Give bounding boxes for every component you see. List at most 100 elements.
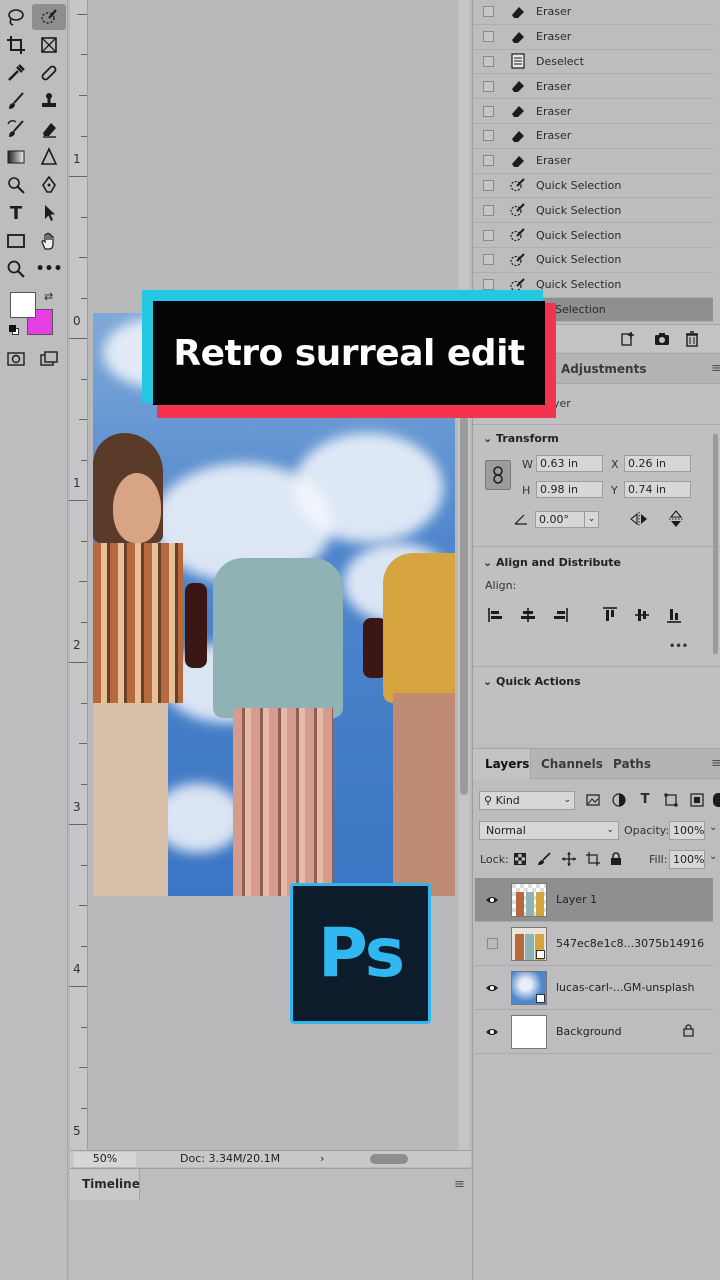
type-tool-icon[interactable]: T — [2, 200, 30, 226]
history-item[interactable]: Quick Selection — [473, 198, 713, 224]
quick-actions-section-title[interactable]: ⌄ Quick Actions — [483, 675, 581, 688]
tab-timeline[interactable]: Timeline — [70, 1169, 140, 1200]
swap-colors-icon[interactable]: ⇄ — [44, 290, 53, 303]
screen-mode-icon[interactable] — [35, 346, 63, 372]
history-item[interactable]: Eraser — [473, 0, 713, 25]
align-section-title[interactable]: ⌄ Align and Distribute — [483, 556, 621, 569]
rectangle-tool-icon[interactable] — [2, 228, 30, 254]
height-field[interactable]: 0.98 in — [536, 481, 603, 498]
scrollbar-thumb[interactable] — [460, 395, 468, 795]
filter-pixel-icon[interactable] — [585, 792, 601, 808]
foreground-color-swatch[interactable] — [10, 292, 36, 318]
history-brush-tool-icon[interactable] — [2, 116, 30, 142]
brush-tool-icon[interactable] — [2, 88, 30, 114]
history-item-label: Quick Selection — [536, 203, 622, 217]
tab-layers[interactable]: Layers — [485, 757, 529, 771]
status-menu-arrow[interactable]: › — [320, 1151, 324, 1166]
blur-tool-icon[interactable] — [35, 144, 63, 170]
search-icon: ⚲ — [484, 794, 493, 807]
filter-toggle-icon[interactable] — [713, 793, 720, 807]
history-item[interactable]: Eraser — [473, 99, 713, 124]
lock-all-icon[interactable] — [609, 851, 623, 867]
filter-type-icon[interactable]: T — [637, 791, 653, 807]
more-tools-icon[interactable]: ••• — [35, 256, 63, 282]
align-right-icon[interactable] — [551, 606, 569, 624]
panel-menu-icon[interactable]: ≡ — [711, 756, 720, 771]
filter-smart-object-icon[interactable] — [689, 792, 705, 808]
visibility-eye-icon[interactable] — [485, 893, 499, 907]
layer-filter-select[interactable]: ⚲ Kind ⌄ — [479, 791, 575, 810]
align-left-icon[interactable] — [487, 606, 505, 624]
lock-artboard-icon[interactable] — [585, 851, 601, 867]
history-item[interactable]: Eraser — [473, 124, 713, 149]
zoom-tool-icon[interactable] — [2, 256, 30, 282]
align-horizontal-center-icon[interactable] — [519, 606, 537, 624]
layer-row-background[interactable]: Background — [475, 1010, 713, 1054]
lasso-tool-icon[interactable] — [2, 4, 30, 30]
more-align-options-icon[interactable]: ••• — [669, 641, 688, 652]
hand-tool-icon[interactable] — [35, 228, 63, 254]
gradient-tool-icon[interactable] — [2, 144, 30, 170]
layer-row-layer-1[interactable]: Layer 1 — [475, 878, 713, 922]
history-item-label: Eraser — [536, 104, 572, 118]
eraser-tool-icon[interactable] — [35, 116, 63, 142]
flip-vertical-icon[interactable] — [667, 509, 685, 529]
layer-row-smart-object[interactable]: 547ec8e1c8...3075b14916 — [475, 922, 713, 966]
width-field[interactable]: 0.63 in — [536, 455, 603, 472]
history-item[interactable]: Eraser — [473, 149, 713, 174]
filter-shape-icon[interactable] — [663, 792, 679, 808]
lock-transparent-pixels-icon[interactable] — [513, 852, 527, 866]
new-document-from-state-icon[interactable] — [619, 330, 637, 348]
visibility-toggle-off[interactable] — [487, 938, 498, 949]
fill-field[interactable]: 100% — [669, 850, 705, 869]
history-item[interactable]: Quick Selection — [473, 174, 713, 199]
default-colors-icon[interactable] — [9, 325, 19, 335]
layer-row-sky-photo[interactable]: lucas-carl-...GM-unsplash — [475, 966, 713, 1010]
link-dimensions-icon[interactable] — [485, 460, 511, 490]
blend-mode-select[interactable]: Normal ⌄ — [479, 821, 619, 840]
trash-icon[interactable] — [683, 330, 701, 348]
path-selection-tool-icon[interactable] — [35, 200, 63, 226]
transform-section-title[interactable]: ⌄ Transform — [483, 432, 559, 445]
panel-menu-icon[interactable]: ≡ — [711, 361, 720, 376]
tab-paths[interactable]: Paths — [613, 757, 651, 771]
dodge-tool-icon[interactable] — [2, 172, 30, 198]
quick-mask-icon[interactable] — [2, 346, 30, 372]
tab-channels[interactable]: Channels — [541, 757, 603, 771]
lock-position-icon[interactable] — [561, 851, 577, 867]
healing-brush-tool-icon[interactable] — [35, 60, 63, 86]
properties-scrollbar[interactable] — [713, 434, 718, 654]
pen-tool-icon[interactable] — [35, 172, 63, 198]
history-item[interactable]: Eraser — [473, 74, 713, 100]
panel-menu-icon[interactable]: ≡ — [454, 1177, 465, 1192]
lock-image-pixels-icon[interactable] — [537, 852, 551, 866]
history-item[interactable]: Quick Selection — [473, 223, 713, 248]
history-item[interactable]: Eraser — [473, 25, 713, 50]
history-item[interactable]: Quick Selection — [473, 248, 713, 273]
zoom-level-field[interactable]: 50% — [74, 1152, 136, 1167]
clone-stamp-tool-icon[interactable] — [35, 88, 63, 114]
history-item[interactable]: Deselect — [473, 50, 713, 75]
quick-selection-tool-icon[interactable] — [32, 4, 66, 30]
x-position-field[interactable]: 0.26 in — [624, 455, 691, 472]
visibility-eye-icon[interactable] — [485, 981, 499, 995]
flip-horizontal-icon[interactable] — [629, 511, 649, 527]
canvas-vertical-scrollbar[interactable] — [458, 0, 470, 1150]
align-bottom-icon[interactable] — [665, 606, 683, 624]
filter-adjustment-icon[interactable] — [611, 792, 627, 808]
crop-tool-icon[interactable] — [2, 32, 30, 58]
tab-adjustments[interactable]: Adjustments — [561, 362, 646, 376]
align-top-icon[interactable] — [601, 606, 619, 624]
visibility-eye-icon[interactable] — [485, 1025, 499, 1039]
horizontal-scroll-thumb[interactable] — [370, 1154, 408, 1164]
chevron-down-icon[interactable]: ⌄ — [709, 822, 717, 833]
chevron-down-icon[interactable]: ⌄ — [709, 851, 717, 862]
opacity-field[interactable]: 100% — [669, 821, 705, 840]
chevron-down-icon[interactable]: ⌄ — [584, 512, 598, 527]
angle-field[interactable]: 0.00° ⌄ — [535, 511, 599, 528]
camera-icon[interactable] — [653, 330, 671, 348]
frame-tool-icon[interactable] — [35, 32, 63, 58]
align-vertical-center-icon[interactable] — [633, 606, 651, 624]
eyedropper-tool-icon[interactable] — [2, 60, 30, 86]
y-position-field[interactable]: 0.74 in — [624, 481, 691, 498]
